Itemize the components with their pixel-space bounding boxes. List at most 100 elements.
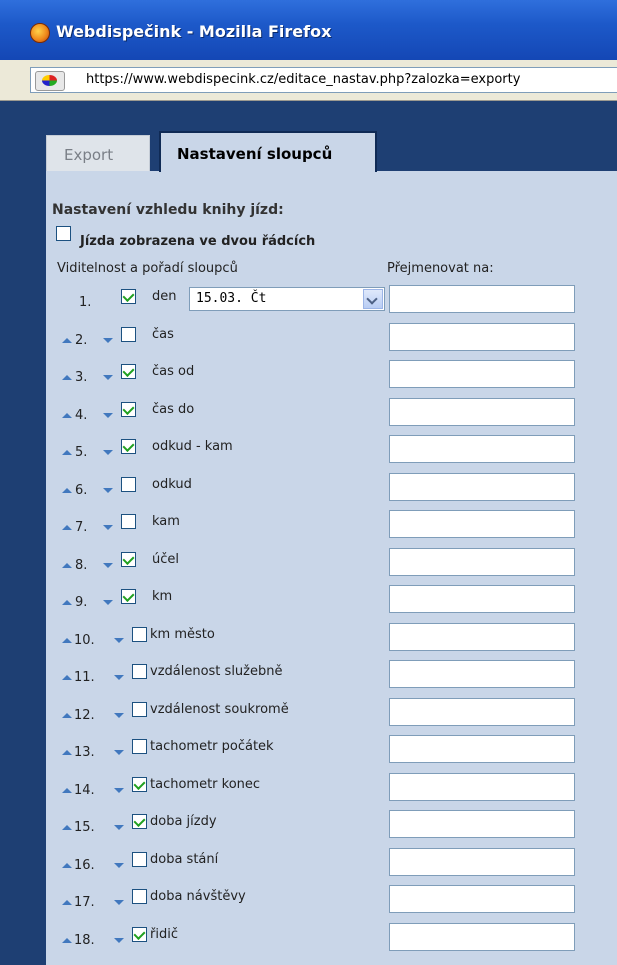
- visibility-checkbox[interactable]: [132, 814, 147, 829]
- move-down-icon[interactable]: [114, 675, 124, 680]
- rename-input[interactable]: [389, 435, 575, 463]
- rename-input[interactable]: [389, 623, 575, 651]
- move-down-icon[interactable]: [114, 900, 124, 905]
- visibility-checkbox[interactable]: [132, 889, 147, 904]
- visibility-checkbox[interactable]: [121, 402, 136, 417]
- column-label: odkud: [152, 477, 192, 492]
- visibility-checkbox[interactable]: [121, 477, 136, 492]
- rename-input[interactable]: [389, 323, 575, 351]
- column-row: 16. doba stání: [0, 848, 617, 878]
- column-row: 12. vzdálenost soukromě: [0, 698, 617, 728]
- move-down-icon[interactable]: [114, 638, 124, 643]
- visibility-checkbox[interactable]: [132, 664, 147, 679]
- move-down-icon[interactable]: [103, 563, 113, 568]
- url-text[interactable]: https://www.webdispecink.cz/editace_nast…: [86, 72, 520, 87]
- move-up-icon[interactable]: [62, 563, 72, 568]
- move-up-icon[interactable]: [62, 600, 72, 605]
- move-up-icon[interactable]: [62, 525, 72, 530]
- rename-input[interactable]: [389, 285, 575, 313]
- row-number: 17.: [74, 895, 95, 910]
- move-up-icon[interactable]: [62, 788, 72, 793]
- rename-input[interactable]: [389, 735, 575, 763]
- rename-input[interactable]: [389, 773, 575, 801]
- move-down-icon[interactable]: [103, 413, 113, 418]
- rename-input[interactable]: [389, 885, 575, 913]
- move-down-icon[interactable]: [114, 938, 124, 943]
- visibility-checkbox[interactable]: [121, 327, 136, 342]
- visibility-checkbox[interactable]: [132, 777, 147, 792]
- chevron-down-icon[interactable]: [363, 289, 383, 309]
- rename-input[interactable]: [389, 473, 575, 501]
- rename-input[interactable]: [389, 585, 575, 613]
- visibility-checkbox[interactable]: [121, 364, 136, 379]
- visibility-checkbox[interactable]: [132, 739, 147, 754]
- move-down-icon[interactable]: [114, 713, 124, 718]
- visibility-checkbox[interactable]: [132, 927, 147, 942]
- column-row: 4. čas do: [0, 398, 617, 428]
- move-up-icon[interactable]: [62, 938, 72, 943]
- visibility-checkbox[interactable]: [121, 439, 136, 454]
- move-down-icon[interactable]: [114, 825, 124, 830]
- row-number: 13.: [74, 745, 95, 760]
- move-down-icon[interactable]: [103, 338, 113, 343]
- visibility-checkbox[interactable]: [132, 852, 147, 867]
- move-up-icon[interactable]: [62, 675, 72, 680]
- column-label: tachometr počátek: [150, 739, 274, 754]
- move-down-icon[interactable]: [103, 525, 113, 530]
- move-up-icon[interactable]: [62, 750, 72, 755]
- column-row: 18. řidič: [0, 923, 617, 953]
- row-number: 9.: [75, 595, 88, 610]
- move-up-icon[interactable]: [62, 713, 72, 718]
- move-up-icon[interactable]: [62, 488, 72, 493]
- visibility-checkbox[interactable]: [121, 589, 136, 604]
- rename-input[interactable]: [389, 548, 575, 576]
- column-label: vzdálenost soukromě: [150, 702, 289, 717]
- tab-export[interactable]: Export: [46, 135, 150, 171]
- move-down-icon[interactable]: [103, 375, 113, 380]
- visibility-checkbox[interactable]: [121, 289, 136, 304]
- move-down-icon[interactable]: [114, 863, 124, 868]
- visibility-checkbox[interactable]: [121, 514, 136, 529]
- address-bar[interactable]: https://www.webdispecink.cz/editace_nast…: [30, 67, 617, 93]
- navigation-bar: https://www.webdispecink.cz/editace_nast…: [0, 60, 617, 101]
- visibility-checkbox[interactable]: [132, 627, 147, 642]
- row-number: 18.: [74, 933, 95, 948]
- tab-column-settings[interactable]: Nastavení sloupců: [159, 131, 377, 172]
- move-down-icon[interactable]: [103, 600, 113, 605]
- rename-input[interactable]: [389, 698, 575, 726]
- rename-input[interactable]: [389, 923, 575, 951]
- move-up-icon[interactable]: [62, 863, 72, 868]
- rename-input[interactable]: [389, 360, 575, 388]
- move-up-icon[interactable]: [62, 825, 72, 830]
- rename-input[interactable]: [389, 810, 575, 838]
- rename-input[interactable]: [389, 510, 575, 538]
- column-label: km: [152, 589, 173, 604]
- visibility-checkbox[interactable]: [121, 552, 136, 567]
- move-down-icon[interactable]: [103, 450, 113, 455]
- move-down-icon[interactable]: [114, 750, 124, 755]
- visibility-checkbox[interactable]: [132, 702, 147, 717]
- move-up-icon[interactable]: [62, 900, 72, 905]
- move-down-icon[interactable]: [103, 488, 113, 493]
- move-up-icon[interactable]: [62, 450, 72, 455]
- column-label: doba stání: [150, 852, 219, 867]
- move-up-icon[interactable]: [62, 338, 72, 343]
- rename-input[interactable]: [389, 398, 575, 426]
- window-title: Webdispečink - Mozilla Firefox: [56, 22, 332, 41]
- row-number: 7.: [75, 520, 88, 535]
- column-row: 15. doba jízdy: [0, 810, 617, 840]
- move-up-icon[interactable]: [62, 375, 72, 380]
- rename-input[interactable]: [389, 848, 575, 876]
- move-up-icon[interactable]: [62, 638, 72, 643]
- move-up-icon[interactable]: [62, 413, 72, 418]
- column-row: 17. doba návštěvy: [0, 885, 617, 915]
- site-identity-icon[interactable]: [35, 71, 65, 91]
- move-down-icon[interactable]: [114, 788, 124, 793]
- column-label: doba návštěvy: [150, 889, 246, 904]
- date-format-select[interactable]: 15.03. Čt: [189, 287, 385, 311]
- column-label: kam: [152, 514, 180, 529]
- row-number: 16.: [74, 858, 95, 873]
- row-number: 10.: [74, 633, 95, 648]
- rename-input[interactable]: [389, 660, 575, 688]
- two-rows-checkbox[interactable]: [56, 226, 71, 241]
